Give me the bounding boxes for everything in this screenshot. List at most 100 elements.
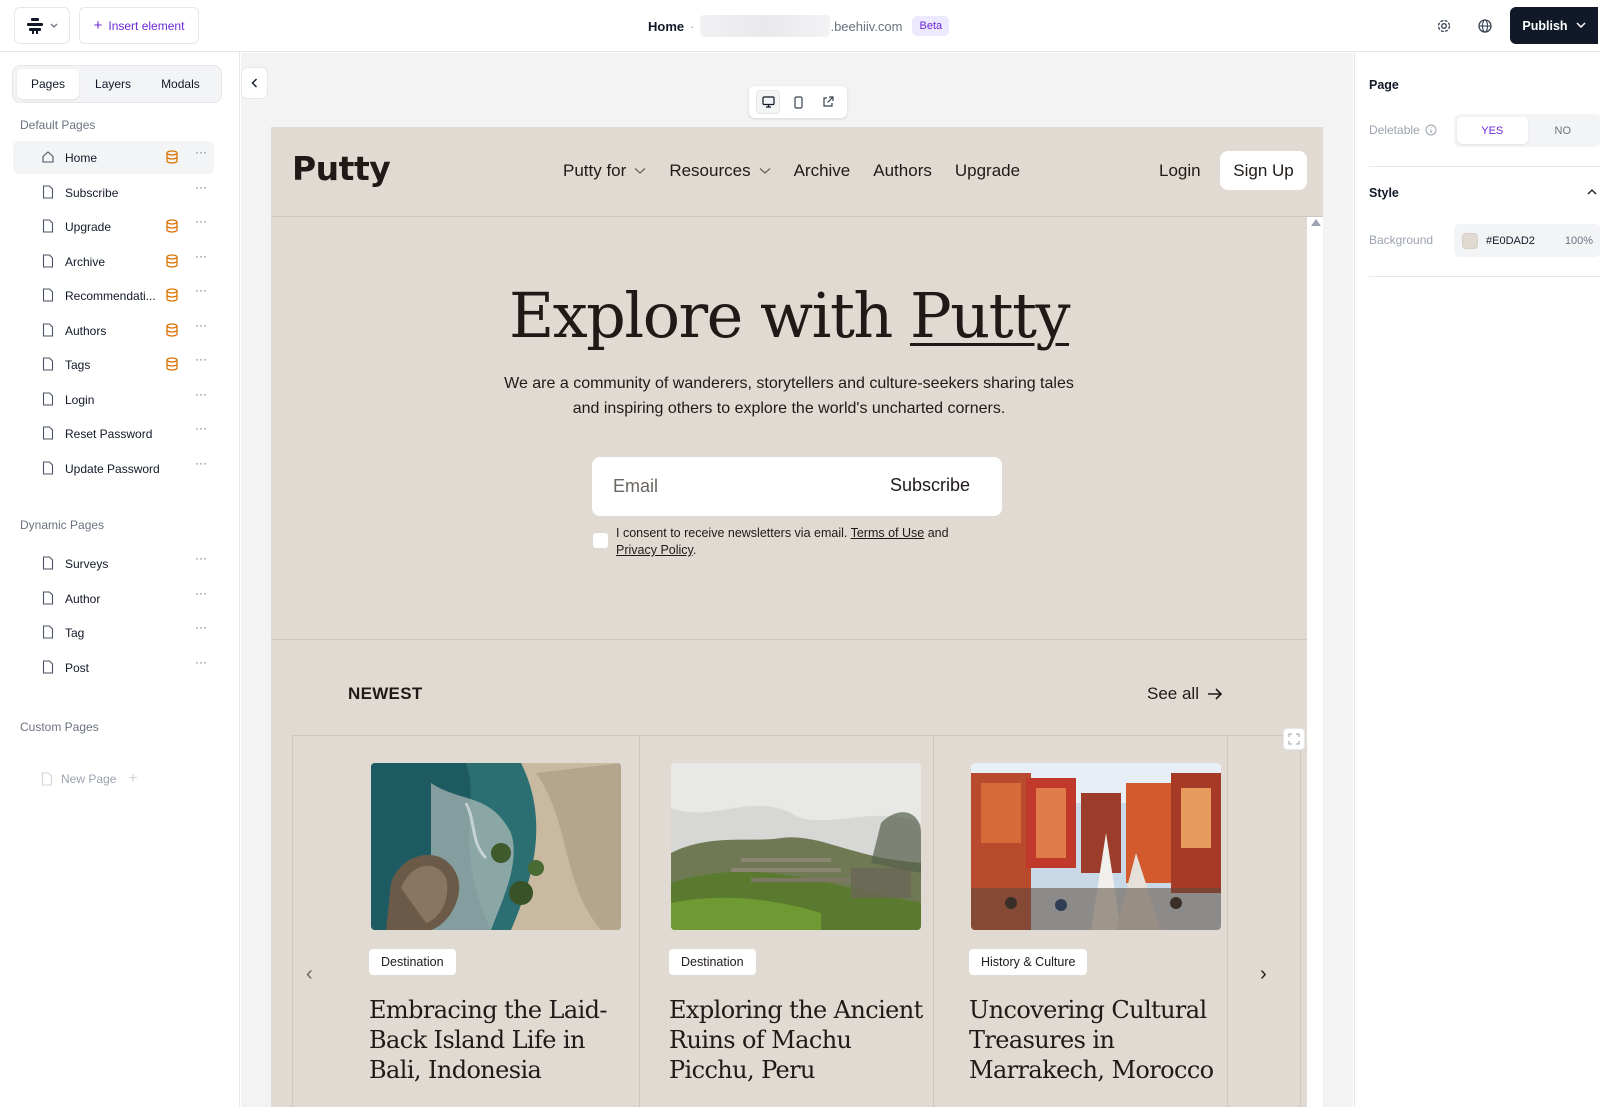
file-icon: [42, 392, 54, 406]
more-options-icon[interactable]: ···: [191, 620, 211, 640]
more-options-icon[interactable]: ···: [191, 421, 211, 441]
consent-text: I consent to receive newsletters via ema…: [616, 525, 996, 559]
info-icon[interactable]: [1425, 124, 1437, 136]
tab-modals[interactable]: Modals: [147, 69, 214, 99]
more-options-icon[interactable]: ···: [191, 352, 211, 372]
database-icon[interactable]: [165, 288, 179, 302]
more-options-icon[interactable]: ···: [191, 145, 211, 165]
site-nav-item[interactable]: Resources: [669, 161, 771, 181]
sidebar-page-item[interactable]: Login ···: [13, 383, 214, 416]
more-options-icon[interactable]: ···: [191, 586, 211, 606]
collapse-sidebar-button[interactable]: [241, 67, 268, 99]
mobile-view-button[interactable]: [786, 90, 810, 114]
post-title[interactable]: Uncovering Cultural Treasures in Marrake…: [969, 995, 1229, 1085]
device-toolbar: [749, 86, 847, 118]
new-page-item[interactable]: New Page +: [41, 770, 138, 788]
site-login-link[interactable]: Login: [1159, 161, 1201, 181]
expand-icon[interactable]: [1283, 728, 1305, 750]
deletable-yes-option[interactable]: YES: [1457, 117, 1528, 144]
post-title[interactable]: Embracing the Laid-Back Island Life in B…: [369, 995, 629, 1085]
color-swatch[interactable]: [1462, 232, 1478, 249]
style-heading[interactable]: Style: [1369, 186, 1399, 200]
preview-scrollbar[interactable]: [1307, 217, 1323, 1107]
more-options-icon[interactable]: ···: [191, 214, 211, 234]
background-color-field[interactable]: #E0DAD2 100%: [1454, 224, 1600, 257]
insert-element-button[interactable]: + Insert element: [79, 7, 199, 44]
post-tag[interactable]: Destination: [669, 949, 756, 975]
desktop-view-button[interactable]: [756, 90, 780, 114]
database-icon[interactable]: [165, 219, 179, 233]
more-options-icon[interactable]: ···: [191, 655, 211, 675]
post-tag[interactable]: History & Culture: [969, 949, 1088, 975]
sidebar-page-item[interactable]: Tags ···: [13, 348, 214, 381]
panel-divider: [1369, 276, 1600, 277]
background-opacity[interactable]: 100%: [1565, 235, 1593, 247]
post-title[interactable]: Exploring the Ancient Ruins of Machu Pic…: [669, 995, 929, 1085]
carousel-next-arrow-icon[interactable]: ›: [1260, 963, 1267, 986]
carousel-prev-arrow-icon[interactable]: ‹: [306, 963, 313, 986]
subscribe-button[interactable]: Subscribe: [890, 475, 970, 496]
sidebar-page-item[interactable]: Author ···: [13, 582, 214, 615]
open-preview-button[interactable]: [816, 90, 840, 114]
database-icon[interactable]: [165, 323, 179, 337]
database-icon[interactable]: [165, 254, 179, 268]
post-tag[interactable]: Destination: [369, 949, 456, 975]
site-brand[interactable]: Putty: [292, 149, 391, 188]
globe-button[interactable]: [1473, 14, 1497, 38]
sidebar-page-item[interactable]: Post ···: [13, 651, 214, 684]
file-icon: [42, 219, 54, 233]
deletable-no-option[interactable]: NO: [1528, 117, 1599, 144]
consent-checkbox[interactable]: [593, 533, 608, 548]
site-preview[interactable]: Putty Putty for Resources Archive Authors Up…: [271, 127, 1323, 1107]
tab-pages[interactable]: Pages: [17, 69, 80, 99]
post-card[interactable]: History & Culture Uncovering Cultural Tr…: [969, 763, 1221, 1085]
plus-icon[interactable]: +: [128, 770, 137, 788]
breadcrumb-page[interactable]: Home: [648, 19, 684, 34]
more-options-icon[interactable]: ···: [191, 249, 211, 269]
site-nav-item[interactable]: Archive: [794, 161, 851, 181]
file-icon: [42, 556, 54, 570]
more-options-icon[interactable]: ···: [191, 551, 211, 571]
sidebar-page-item[interactable]: Subscribe ···: [13, 176, 214, 209]
file-icon: [42, 660, 54, 674]
panel-divider: [1369, 166, 1600, 167]
chevron-up-icon[interactable]: [1587, 188, 1597, 195]
sidebar-page-item[interactable]: Recommendati... ···: [13, 279, 214, 312]
database-icon[interactable]: [165, 150, 179, 164]
publish-button[interactable]: Publish: [1510, 7, 1598, 44]
more-options-icon[interactable]: ···: [191, 387, 211, 407]
email-input[interactable]: Email: [613, 476, 658, 497]
sidebar-page-item[interactable]: Archive ···: [13, 245, 214, 278]
site-signup-button[interactable]: Sign Up: [1220, 151, 1307, 190]
site-nav-item[interactable]: Putty for: [563, 161, 646, 181]
more-options-icon[interactable]: ···: [191, 456, 211, 476]
sidebar-page-item[interactable]: Update Password ···: [13, 452, 214, 485]
post-card[interactable]: Destination Embracing the Laid-Back Isla…: [369, 763, 621, 1085]
settings-icon: [1437, 19, 1451, 33]
scroll-up-arrow-icon[interactable]: [1311, 219, 1321, 226]
sidebar-page-item[interactable]: Home ···: [13, 141, 214, 174]
logo-menu-button[interactable]: [14, 7, 70, 44]
sidebar-page-item[interactable]: Authors ···: [13, 314, 214, 347]
site-nav-item[interactable]: Authors: [873, 161, 932, 181]
more-options-icon[interactable]: ···: [191, 283, 211, 303]
site-nav-item[interactable]: Upgrade: [955, 161, 1020, 181]
sidebar-page-item[interactable]: Surveys ···: [13, 547, 214, 580]
background-hex[interactable]: #E0DAD2: [1486, 235, 1535, 247]
coastal-cliff-photo: [371, 763, 621, 930]
post-card[interactable]: Destination Exploring the Ancient Ruins …: [669, 763, 923, 1085]
more-options-icon[interactable]: ···: [191, 180, 211, 200]
page-heading: Page: [1369, 78, 1399, 92]
sidebar-page-item[interactable]: Upgrade ···: [13, 210, 214, 243]
see-all-link[interactable]: See all: [1147, 684, 1223, 704]
terms-link[interactable]: Terms of Use: [851, 526, 925, 540]
sidebar-page-item[interactable]: Tag ···: [13, 616, 214, 649]
breadcrumb-domain[interactable]: .beehiiv.com: [830, 19, 902, 34]
background-label: Background: [1369, 233, 1434, 247]
sidebar-page-item[interactable]: Reset Password ···: [13, 417, 214, 450]
more-options-icon[interactable]: ···: [191, 318, 211, 338]
settings-button[interactable]: [1432, 14, 1456, 38]
tab-layers[interactable]: Layers: [81, 69, 145, 99]
database-icon[interactable]: [165, 357, 179, 371]
privacy-link[interactable]: Privacy Policy: [616, 543, 693, 557]
